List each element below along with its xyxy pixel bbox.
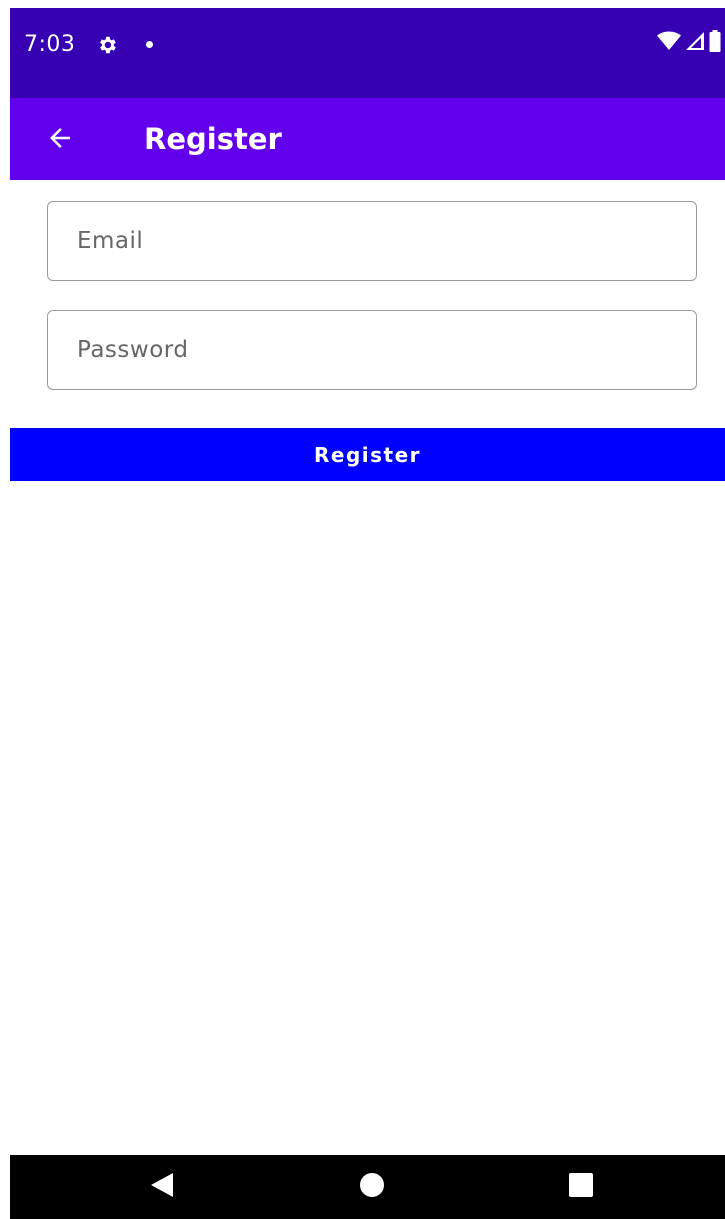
nav-home-icon <box>358 1171 386 1204</box>
wifi-icon <box>657 31 681 56</box>
register-button[interactable]: Register <box>10 428 725 481</box>
navigation-bar <box>10 1155 725 1219</box>
password-field[interactable] <box>48 311 696 389</box>
email-field-container <box>47 201 697 281</box>
status-icons <box>657 29 721 57</box>
password-field-container <box>47 310 697 390</box>
app-bar: Register <box>10 98 725 180</box>
nav-back-button[interactable] <box>122 1155 202 1219</box>
back-button[interactable] <box>40 120 80 160</box>
nav-recents-icon <box>568 1172 594 1203</box>
status-time: 7:03 <box>24 32 76 57</box>
cellular-signal-icon <box>685 31 705 56</box>
nav-recents-button[interactable] <box>541 1155 621 1219</box>
arrow-back-icon <box>45 123 75 158</box>
battery-icon <box>709 29 721 57</box>
status-bar: 7:03 <box>10 8 725 98</box>
nav-home-button[interactable] <box>332 1155 412 1219</box>
register-screen: 7:03 Register Email Register <box>0 0 725 1219</box>
nav-back-icon <box>149 1171 175 1204</box>
notification-dot-icon <box>146 41 153 48</box>
email-field[interactable] <box>48 202 696 280</box>
page-title: Register <box>144 122 282 156</box>
gear-icon <box>96 34 118 56</box>
